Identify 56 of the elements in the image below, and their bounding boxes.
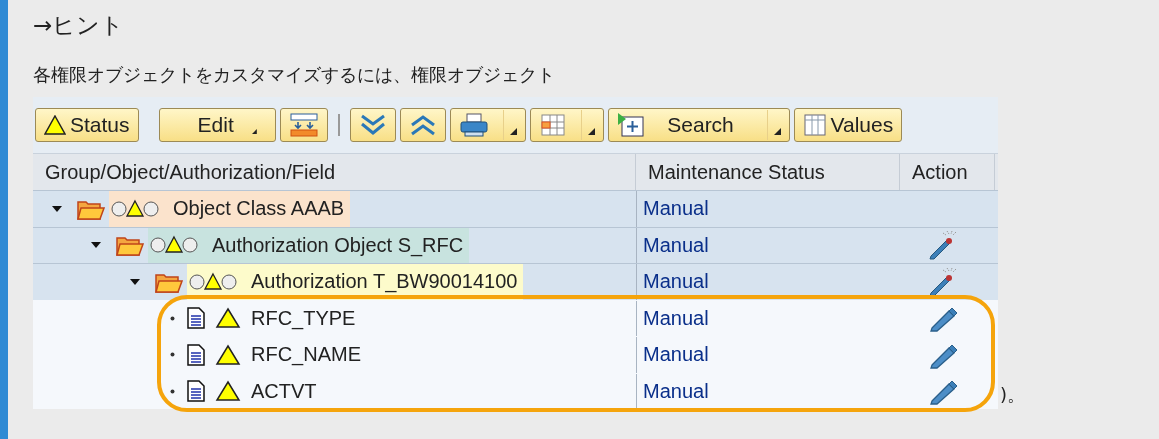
field-name: ACTVT xyxy=(251,379,317,403)
status-cell: Manual xyxy=(636,337,900,373)
collapse-caret-icon[interactable] xyxy=(51,203,63,214)
bullet-icon xyxy=(170,388,175,394)
hint-text: 各権限オブジェクトをカスタマイズするには、権限オブジェクト xyxy=(33,63,556,87)
toolbar-button[interactable] xyxy=(399,108,446,142)
tree-row[interactable]: Authorization Object S_RFC Manual xyxy=(33,226,998,263)
status-lights-icon xyxy=(189,271,237,292)
status-cell: Manual xyxy=(636,373,900,409)
add-filter-icon xyxy=(616,112,645,138)
node-label: Authorization Object S_RFC xyxy=(212,233,464,257)
toolbar-button[interactable]: Status xyxy=(35,108,139,142)
dropdown-caret-icon xyxy=(509,128,517,135)
toolbar-button[interactable] xyxy=(349,108,396,142)
status-cell: Manual xyxy=(636,264,900,300)
node-label: Authorization T_BW90014100 xyxy=(251,270,518,294)
dropdown-caret-icon xyxy=(773,128,781,135)
tree-row[interactable]: Object Class AAAB Manual xyxy=(33,190,998,227)
warning-icon xyxy=(44,115,66,135)
printer-icon xyxy=(458,112,489,138)
split-button[interactable]: Search xyxy=(607,108,790,142)
status-lights-icon xyxy=(111,198,159,219)
expand-all-icon xyxy=(358,113,387,137)
dropdown-caret-icon xyxy=(251,128,257,135)
tree-row[interactable]: RFC_TYPE Manual xyxy=(33,299,998,336)
hint-text-end: )。 xyxy=(1000,383,1026,407)
document-icon xyxy=(187,380,205,403)
split-button[interactable] xyxy=(529,108,604,142)
warning-icon xyxy=(215,380,241,403)
collapse-caret-icon[interactable] xyxy=(129,276,141,287)
toolbar-button[interactable]: Values xyxy=(793,108,903,142)
toolbar-button[interactable] xyxy=(279,108,328,142)
warning-icon xyxy=(215,343,241,366)
status-lights-icon xyxy=(150,235,198,256)
pencil-icon[interactable] xyxy=(927,266,959,297)
columns-icon xyxy=(288,112,319,138)
menu-button[interactable]: Edit xyxy=(158,108,276,142)
table-icon xyxy=(802,113,827,137)
warning-icon xyxy=(215,307,241,330)
pencil-icon[interactable] xyxy=(927,230,959,261)
bullet-icon xyxy=(170,315,175,321)
node-label: Object Class AAAB xyxy=(173,197,345,221)
tree-row[interactable]: RFC_NAME Manual xyxy=(33,336,998,373)
status-cell: Manual xyxy=(636,191,900,227)
folder-icon xyxy=(116,234,144,257)
dropdown-caret-icon xyxy=(587,128,595,135)
document-icon xyxy=(187,343,205,366)
field-name: RFC_TYPE xyxy=(251,306,356,330)
document-icon xyxy=(187,307,205,330)
grid-icon xyxy=(538,113,567,137)
tree-row[interactable]: Authorization T_BW90014100 Manual xyxy=(33,263,998,300)
split-button[interactable] xyxy=(449,108,526,142)
bullet-icon xyxy=(170,352,175,358)
collapse-all-icon xyxy=(408,113,437,137)
hint-title: →ヒント xyxy=(33,11,126,40)
field-name: RFC_NAME xyxy=(251,343,361,367)
